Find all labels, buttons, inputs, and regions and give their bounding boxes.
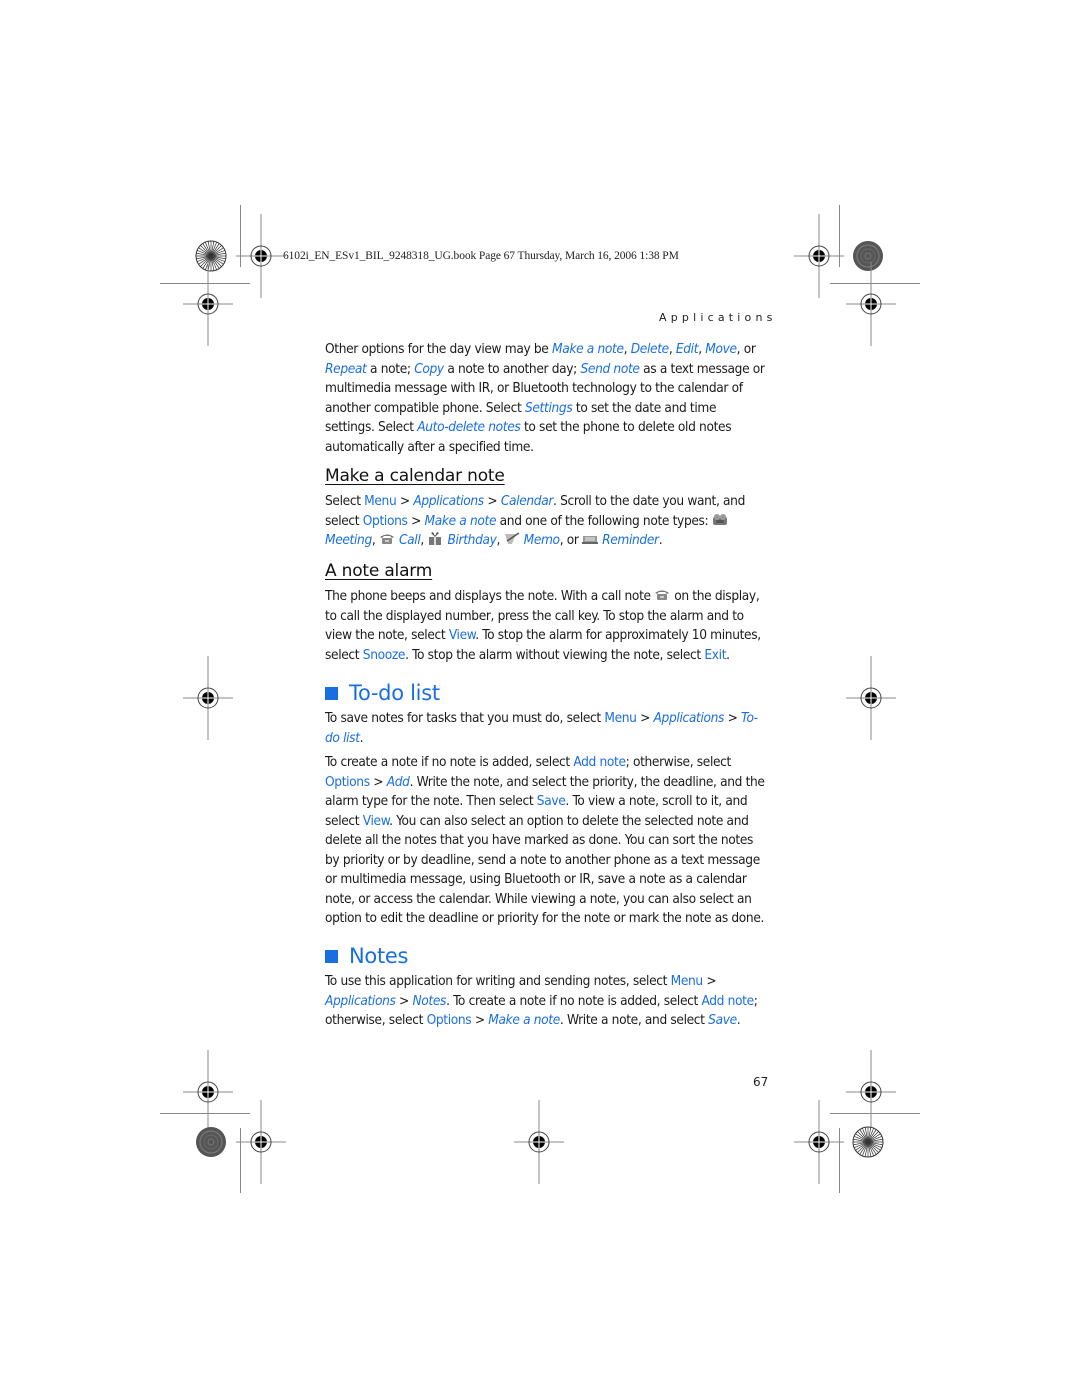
ui-command-label: Menu — [670, 973, 704, 989]
registration-mark — [513, 1099, 565, 1185]
ui-command-label: Add note — [701, 992, 754, 1009]
ui-menu-item-label: Copy — [414, 360, 444, 377]
ui-menu-item-label: Delete — [630, 341, 669, 357]
ui-command-label: View — [362, 812, 390, 829]
note-alarm-paragraph: The phone beeps and displays the note. W… — [325, 588, 761, 663]
ui-command-label: Menu — [364, 493, 397, 509]
make-calendar-note-heading: Make a calendar note — [325, 466, 505, 486]
ui-menu-item-label: Birthday — [447, 532, 497, 548]
notes-heading: Notes — [325, 944, 765, 968]
ui-command-label: Exit — [704, 646, 727, 663]
ui-command-label: Options — [426, 1012, 472, 1028]
note-alarm-section: A note alarm The phone beeps and display… — [325, 561, 765, 665]
ui-menu-item-label: Settings — [524, 399, 573, 416]
intro-paragraph: Other options for the day view may be Ma… — [325, 341, 765, 455]
dark-target-mark — [195, 1126, 227, 1158]
todo-paragraph-2: To create a note if no note is added, se… — [325, 754, 765, 926]
ui-command-label: Options — [325, 773, 370, 790]
notes-section: Notes To use this application for writin… — [325, 944, 765, 1031]
call-icon — [654, 588, 670, 601]
reminder-icon — [582, 532, 599, 545]
memo-icon — [504, 532, 520, 545]
registration-mark — [182, 655, 234, 741]
todo-heading-text: To-do list — [349, 681, 440, 705]
ui-command-label: View — [448, 627, 476, 643]
section-bullet-icon — [325, 686, 338, 700]
notes-heading-text: Notes — [349, 944, 409, 968]
ui-menu-item-label: Add — [386, 773, 410, 790]
ui-menu-item-label: Auto-delete notes — [417, 419, 521, 435]
birthday-icon — [427, 532, 443, 545]
registration-mark — [793, 1099, 845, 1185]
call-icon — [379, 532, 395, 545]
ui-menu-item-label: Move — [705, 341, 737, 357]
ui-menu-item-label: Make a note — [552, 341, 624, 357]
meeting-icon — [712, 513, 728, 526]
ui-menu-item-label: Applications — [653, 710, 725, 726]
ui-menu-item-label: Send note — [580, 360, 640, 377]
notes-paragraph: To use this application for writing and … — [325, 973, 758, 1028]
registration-mark — [182, 1049, 234, 1135]
ui-menu-item-label: Repeat — [325, 360, 367, 377]
star-target-mark — [195, 240, 227, 272]
ui-command-label: Save — [536, 793, 566, 809]
ui-command-label: Menu — [604, 710, 637, 726]
star-target-mark — [852, 1126, 884, 1158]
ui-menu-item-label: Calendar — [500, 493, 554, 509]
ui-menu-item-label: Call — [398, 532, 421, 548]
section-bullet-icon — [325, 949, 338, 963]
ui-menu-item-label: Reminder — [602, 532, 659, 548]
registration-mark — [235, 213, 287, 299]
ui-menu-item-label: Meeting — [325, 532, 372, 548]
page-number: 67 — [753, 1075, 769, 1089]
registration-mark — [845, 655, 897, 741]
registration-mark — [793, 213, 845, 299]
registration-mark — [235, 1099, 287, 1185]
ui-menu-item-label: Memo — [523, 532, 560, 548]
ui-menu-item-label: Make a note — [424, 512, 497, 529]
registration-mark — [182, 261, 234, 347]
ui-command-label: Add note — [573, 754, 626, 770]
ui-command-label: Snooze — [362, 646, 406, 663]
todo-section: To-do list To save notes for tasks that … — [325, 681, 765, 929]
make-calendar-note-paragraph: Select Menu > Applications > Calendar. S… — [325, 493, 746, 548]
dark-target-mark — [852, 240, 884, 272]
ui-menu-item-label: Applications — [325, 992, 396, 1009]
todo-heading: To-do list — [325, 681, 765, 705]
make-calendar-note-section: Make a calendar note Select Menu > Appli… — [325, 466, 765, 551]
intro-section: Other options for the day view may be Ma… — [325, 340, 765, 457]
registration-mark — [845, 1049, 897, 1135]
note-alarm-heading: A note alarm — [325, 561, 433, 581]
ui-command-label: Options — [362, 512, 408, 529]
ui-menu-item-label: Notes — [412, 992, 447, 1009]
ui-menu-item-label: Applications — [413, 493, 484, 509]
ui-menu-item-label: Edit — [675, 341, 699, 357]
todo-paragraph-1: To save notes for tasks that you must do… — [325, 710, 758, 746]
ui-menu-item-label: Save — [708, 1012, 737, 1028]
registration-mark — [845, 261, 897, 347]
ui-menu-item-label: Make a note — [488, 1012, 560, 1028]
